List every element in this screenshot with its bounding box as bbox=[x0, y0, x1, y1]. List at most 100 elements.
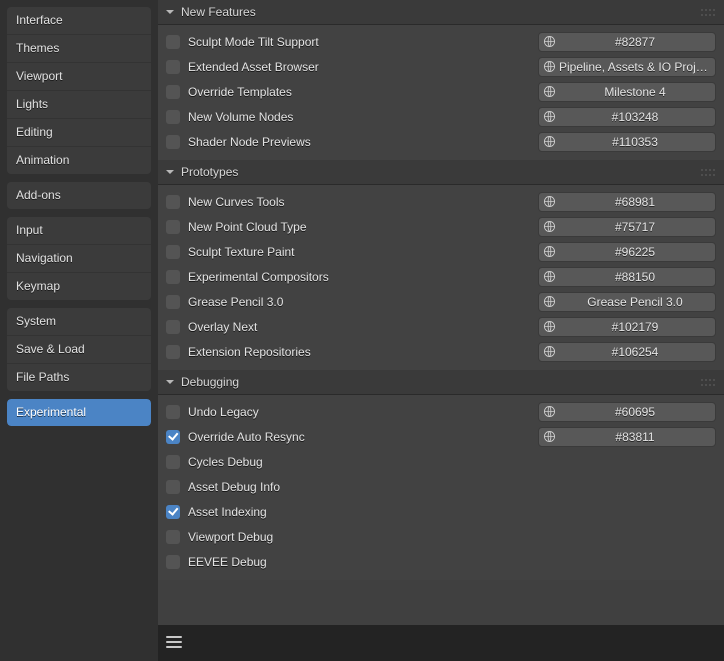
option-row-undo-legacy: Undo Legacy #60695 bbox=[166, 399, 716, 424]
panel-title: New Features bbox=[181, 5, 701, 19]
globe-icon bbox=[539, 318, 559, 336]
globe-icon bbox=[539, 33, 559, 51]
link-button-new-volume-nodes[interactable]: #103248 bbox=[538, 107, 716, 127]
checkbox-asset-debug-info[interactable] bbox=[166, 480, 180, 494]
checkbox-new-volume-nodes[interactable] bbox=[166, 110, 180, 124]
option-row-new-curves-tools: New Curves Tools #68981 bbox=[166, 189, 716, 214]
checkbox-sculpt-texture-paint[interactable] bbox=[166, 245, 180, 259]
globe-icon bbox=[539, 343, 559, 361]
link-button-sculpt-mode-tilt-support[interactable]: #82877 bbox=[538, 32, 716, 52]
checkbox-override-templates[interactable] bbox=[166, 85, 180, 99]
link-button-undo-legacy[interactable]: #60695 bbox=[538, 402, 716, 422]
link-button-override-templates[interactable]: Milestone 4 bbox=[538, 82, 716, 102]
link-button-new-curves-tools[interactable]: #68981 bbox=[538, 192, 716, 212]
checkbox-extension-repositories[interactable] bbox=[166, 345, 180, 359]
link-button-override-auto-resync[interactable]: #83811 bbox=[538, 427, 716, 447]
checkbox-undo-legacy[interactable] bbox=[166, 405, 180, 419]
link-button-overlay-next[interactable]: #102179 bbox=[538, 317, 716, 337]
link-text: #68981 bbox=[559, 195, 715, 209]
sidebar-item-navigation[interactable]: Navigation bbox=[7, 245, 151, 273]
link-button-experimental-compositors[interactable]: #88150 bbox=[538, 267, 716, 287]
drag-grip-icon[interactable] bbox=[701, 7, 715, 17]
link-button-extension-repositories[interactable]: #106254 bbox=[538, 342, 716, 362]
option-label: Asset Indexing bbox=[188, 505, 532, 519]
link-text: #110353 bbox=[559, 135, 715, 149]
option-row-override-templates: Override Templates Milestone 4 bbox=[166, 79, 716, 104]
option-label: Undo Legacy bbox=[188, 405, 532, 419]
checkbox-new-curves-tools[interactable] bbox=[166, 195, 180, 209]
globe-icon bbox=[539, 403, 559, 421]
checkbox-grease-pencil-3-0[interactable] bbox=[166, 295, 180, 309]
panel-header-debugging[interactable]: Debugging bbox=[158, 370, 724, 395]
chevron-down-icon bbox=[163, 375, 177, 389]
option-label: Experimental Compositors bbox=[188, 270, 532, 284]
globe-icon bbox=[539, 58, 559, 76]
option-row-eevee-debug: EEVEE Debug bbox=[166, 549, 716, 574]
hamburger-menu[interactable] bbox=[166, 635, 182, 652]
link-button-grease-pencil-3-0[interactable]: Grease Pencil 3.0 bbox=[538, 292, 716, 312]
option-label: Extension Repositories bbox=[188, 345, 532, 359]
option-label: New Volume Nodes bbox=[188, 110, 532, 124]
globe-icon bbox=[539, 293, 559, 311]
sidebar-item-file-paths[interactable]: File Paths bbox=[7, 364, 151, 391]
option-label: Cycles Debug bbox=[188, 455, 532, 469]
sidebar-item-viewport[interactable]: Viewport bbox=[7, 63, 151, 91]
panel-title: Debugging bbox=[181, 375, 701, 389]
sidebar-item-lights[interactable]: Lights bbox=[7, 91, 151, 119]
sidebar-item-input[interactable]: Input bbox=[7, 217, 151, 245]
option-row-extension-repositories: Extension Repositories #106254 bbox=[166, 339, 716, 364]
sidebar-item-experimental[interactable]: Experimental bbox=[7, 399, 151, 426]
globe-icon bbox=[539, 108, 559, 126]
option-row-sculpt-mode-tilt-support: Sculpt Mode Tilt Support #82877 bbox=[166, 29, 716, 54]
checkbox-experimental-compositors[interactable] bbox=[166, 270, 180, 284]
checkbox-shader-node-previews[interactable] bbox=[166, 135, 180, 149]
sidebar-item-keymap[interactable]: Keymap bbox=[7, 273, 151, 300]
sidebar-item-system[interactable]: System bbox=[7, 308, 151, 336]
globe-icon bbox=[539, 83, 559, 101]
option-row-viewport-debug: Viewport Debug bbox=[166, 524, 716, 549]
checkbox-asset-indexing[interactable] bbox=[166, 505, 180, 519]
option-label: Override Auto Resync bbox=[188, 430, 532, 444]
chevron-down-icon bbox=[163, 5, 177, 19]
option-row-extended-asset-browser: Extended Asset BrowserPipeline, Assets &… bbox=[166, 54, 716, 79]
sidebar-item-animation[interactable]: Animation bbox=[7, 147, 151, 174]
checkbox-sculpt-mode-tilt-support[interactable] bbox=[166, 35, 180, 49]
option-label: Sculpt Mode Tilt Support bbox=[188, 35, 532, 49]
link-button-sculpt-texture-paint[interactable]: #96225 bbox=[538, 242, 716, 262]
sidebar-item-themes[interactable]: Themes bbox=[7, 35, 151, 63]
panel-header-prototypes[interactable]: Prototypes bbox=[158, 160, 724, 185]
panel-header-new-features[interactable]: New Features bbox=[158, 0, 724, 25]
option-label: Viewport Debug bbox=[188, 530, 532, 544]
checkbox-overlay-next[interactable] bbox=[166, 320, 180, 334]
drag-grip-icon[interactable] bbox=[701, 167, 715, 177]
option-label: Sculpt Texture Paint bbox=[188, 245, 532, 259]
option-label: EEVEE Debug bbox=[188, 555, 532, 569]
sidebar-item-interface[interactable]: Interface bbox=[7, 7, 151, 35]
option-label: Overlay Next bbox=[188, 320, 532, 334]
option-label: Override Templates bbox=[188, 85, 532, 99]
checkbox-new-point-cloud-type[interactable] bbox=[166, 220, 180, 234]
globe-icon bbox=[539, 243, 559, 261]
checkbox-eevee-debug[interactable] bbox=[166, 555, 180, 569]
drag-grip-icon[interactable] bbox=[701, 377, 715, 387]
globe-icon bbox=[539, 268, 559, 286]
checkbox-override-auto-resync[interactable] bbox=[166, 430, 180, 444]
sidebar-item-add-ons[interactable]: Add-ons bbox=[7, 182, 151, 209]
option-label: New Curves Tools bbox=[188, 195, 532, 209]
statusbar bbox=[158, 625, 724, 661]
checkbox-cycles-debug[interactable] bbox=[166, 455, 180, 469]
sidebar-item-editing[interactable]: Editing bbox=[7, 119, 151, 147]
link-button-extended-asset-browser[interactable]: Pipeline, Assets & IO Project... bbox=[538, 57, 716, 77]
option-row-asset-debug-info: Asset Debug Info bbox=[166, 474, 716, 499]
sidebar-item-save-load[interactable]: Save & Load bbox=[7, 336, 151, 364]
link-button-new-point-cloud-type[interactable]: #75717 bbox=[538, 217, 716, 237]
option-row-new-point-cloud-type: New Point Cloud Type#75717 bbox=[166, 214, 716, 239]
checkbox-viewport-debug[interactable] bbox=[166, 530, 180, 544]
link-text: Milestone 4 bbox=[559, 85, 715, 99]
link-text: #82877 bbox=[559, 35, 715, 49]
link-button-shader-node-previews[interactable]: #110353 bbox=[538, 132, 716, 152]
checkbox-extended-asset-browser[interactable] bbox=[166, 60, 180, 74]
option-row-override-auto-resync: Override Auto Resync #83811 bbox=[166, 424, 716, 449]
preferences-main: New Features Sculpt Mode Tilt Support #828… bbox=[158, 0, 724, 661]
option-row-shader-node-previews: Shader Node Previews#110353 bbox=[166, 129, 716, 154]
